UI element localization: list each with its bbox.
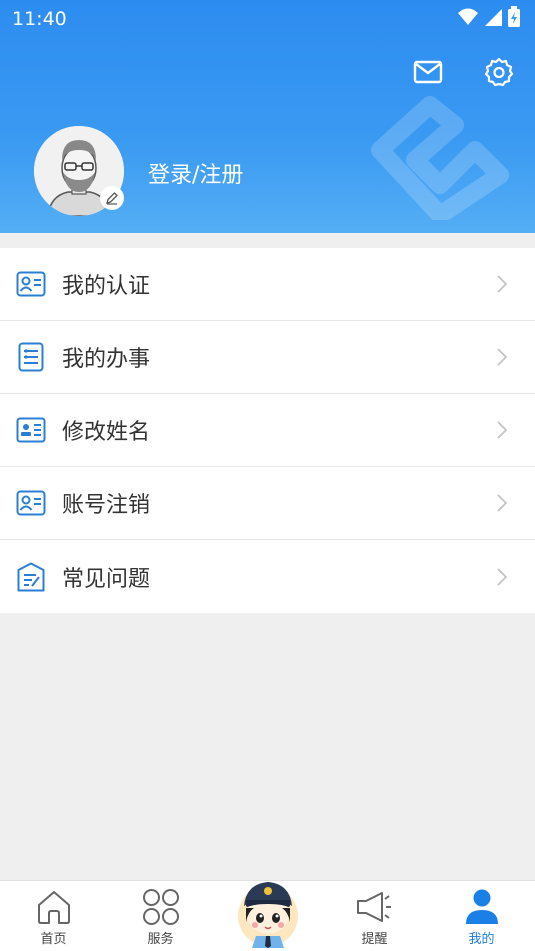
settings-button[interactable] <box>481 54 517 90</box>
nav-label: 服务 <box>147 932 174 947</box>
home-icon <box>36 887 72 927</box>
signal-icon <box>485 9 502 26</box>
nav-label: 首页 <box>40 932 67 947</box>
nav-tab-home[interactable]: 首页 <box>0 881 107 951</box>
faq-doc-icon <box>15 561 47 593</box>
mail-icon <box>413 60 443 84</box>
menu-item-change-name[interactable]: 修改姓名 <box>0 394 535 467</box>
status-time: 11:40 <box>12 8 67 30</box>
login-register-link[interactable]: 登录/注册 <box>148 157 243 189</box>
chevron-right-icon <box>497 348 508 366</box>
name-card-icon <box>15 414 47 446</box>
pencil-icon <box>106 192 118 205</box>
menu-item-label: 修改姓名 <box>62 420 151 445</box>
gear-icon <box>484 57 514 87</box>
status-icons <box>457 6 521 28</box>
menu-item-label: 账号注销 <box>62 493 151 518</box>
nav-tab-services[interactable]: 服务 <box>107 881 214 951</box>
profile-header: 11:40 登录/注册 <box>0 0 535 233</box>
nav-tab-assistant[interactable] <box>236 876 300 948</box>
menu-item-faq[interactable]: 常见问题 <box>0 540 535 613</box>
battery-icon <box>508 6 520 27</box>
id-card-icon <box>15 487 47 519</box>
menu-item-account-cancellation[interactable]: 账号注销 <box>0 467 535 540</box>
megaphone-icon <box>355 887 395 927</box>
menu-item-my-certification[interactable]: 我的认证 <box>0 248 535 321</box>
chevron-right-icon <box>497 275 508 293</box>
user-icon <box>464 887 500 927</box>
nav-tab-mine[interactable]: 我的 <box>428 881 535 951</box>
services-icon <box>142 887 180 927</box>
mail-button[interactable] <box>410 54 446 90</box>
menu-item-label: 我的认证 <box>62 274 151 299</box>
wifi-icon <box>458 8 478 25</box>
id-card-icon <box>15 268 47 300</box>
status-bar: 11:40 <box>0 0 535 36</box>
chevron-right-icon <box>497 567 508 586</box>
police-mascot-icon <box>238 882 298 948</box>
nav-tab-reminders[interactable]: 提醒 <box>321 881 428 951</box>
list-icon <box>15 341 47 373</box>
logo-watermark-icon <box>371 96 509 220</box>
menu-item-my-affairs[interactable]: 我的办事 <box>0 321 535 394</box>
nav-label: 我的 <box>468 932 495 947</box>
profile-menu: 我的认证 我的办事 修改姓名 账号注销 常见问题 <box>0 248 535 613</box>
chevron-right-icon <box>497 421 508 439</box>
nav-label: 提醒 <box>361 932 388 947</box>
menu-item-label: 常见问题 <box>62 566 151 592</box>
chevron-right-icon <box>497 494 508 512</box>
menu-item-label: 我的办事 <box>62 347 151 372</box>
avatar-edit-button[interactable] <box>100 186 124 210</box>
